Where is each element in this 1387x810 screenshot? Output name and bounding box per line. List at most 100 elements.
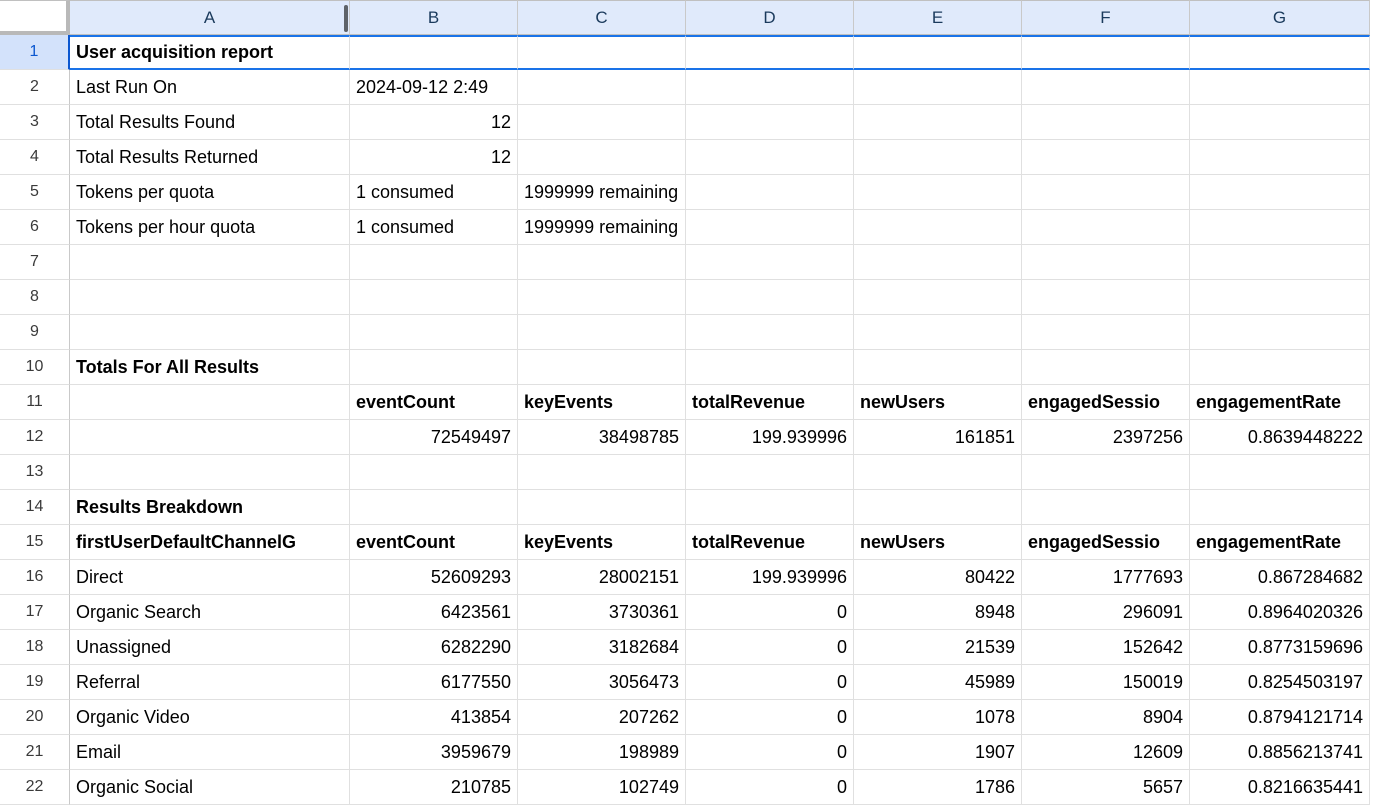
- cell-B21[interactable]: 3959679: [350, 735, 518, 770]
- row-header-12[interactable]: 12: [0, 420, 70, 455]
- cell-A13[interactable]: [70, 455, 350, 490]
- cell-G3[interactable]: [1190, 105, 1370, 140]
- cell-B19[interactable]: 6177550: [350, 665, 518, 700]
- cell-C20[interactable]: 207262: [518, 700, 686, 735]
- column-header-G[interactable]: G: [1190, 0, 1370, 35]
- cell-A17[interactable]: Organic Search: [70, 595, 350, 630]
- cell-E12[interactable]: 161851: [854, 420, 1022, 455]
- cell-E13[interactable]: [854, 455, 1022, 490]
- row-header-19[interactable]: 19: [0, 665, 70, 700]
- row-header-18[interactable]: 18: [0, 630, 70, 665]
- cell-E5[interactable]: [854, 175, 1022, 210]
- cell-F10[interactable]: [1022, 350, 1190, 385]
- cell-F15[interactable]: engagedSessio: [1022, 525, 1190, 560]
- cell-D21[interactable]: 0: [686, 735, 854, 770]
- row-header-14[interactable]: 14: [0, 490, 70, 525]
- cell-F3[interactable]: [1022, 105, 1190, 140]
- cell-F5[interactable]: [1022, 175, 1190, 210]
- cell-A10[interactable]: Totals For All Results: [70, 350, 350, 385]
- column-header-E[interactable]: E: [854, 0, 1022, 35]
- column-header-D[interactable]: D: [686, 0, 854, 35]
- cell-C13[interactable]: [518, 455, 686, 490]
- row-header-1[interactable]: 1: [0, 35, 70, 70]
- cell-F1[interactable]: [1022, 35, 1190, 70]
- cell-C7[interactable]: [518, 245, 686, 280]
- column-resize-handle[interactable]: [343, 5, 350, 32]
- row-header-15[interactable]: 15: [0, 525, 70, 560]
- cell-F18[interactable]: 152642: [1022, 630, 1190, 665]
- cell-A3[interactable]: Total Results Found: [70, 105, 350, 140]
- cell-G19[interactable]: 0.8254503197: [1190, 665, 1370, 700]
- cell-A9[interactable]: [70, 315, 350, 350]
- cell-D20[interactable]: 0: [686, 700, 854, 735]
- cell-D17[interactable]: 0: [686, 595, 854, 630]
- cell-E21[interactable]: 1907: [854, 735, 1022, 770]
- cell-D12[interactable]: 199.939996: [686, 420, 854, 455]
- cell-G17[interactable]: 0.8964020326: [1190, 595, 1370, 630]
- cell-B22[interactable]: 210785: [350, 770, 518, 805]
- cell-E11[interactable]: newUsers: [854, 385, 1022, 420]
- cell-A1[interactable]: User acquisition report: [70, 35, 350, 70]
- cell-A18[interactable]: Unassigned: [70, 630, 350, 665]
- cell-F17[interactable]: 296091: [1022, 595, 1190, 630]
- cell-G4[interactable]: [1190, 140, 1370, 175]
- cell-F19[interactable]: 150019: [1022, 665, 1190, 700]
- cell-D7[interactable]: [686, 245, 854, 280]
- cell-G7[interactable]: [1190, 245, 1370, 280]
- cell-B4[interactable]: 12: [350, 140, 518, 175]
- cell-F20[interactable]: 8904: [1022, 700, 1190, 735]
- cell-B7[interactable]: [350, 245, 518, 280]
- cell-D5[interactable]: [686, 175, 854, 210]
- cell-B10[interactable]: [350, 350, 518, 385]
- cell-E15[interactable]: newUsers: [854, 525, 1022, 560]
- cell-C22[interactable]: 102749: [518, 770, 686, 805]
- cell-E9[interactable]: [854, 315, 1022, 350]
- cell-A16[interactable]: Direct: [70, 560, 350, 595]
- cell-D14[interactable]: [686, 490, 854, 525]
- cell-D15[interactable]: totalRevenue: [686, 525, 854, 560]
- row-header-11[interactable]: 11: [0, 385, 70, 420]
- row-header-3[interactable]: 3: [0, 105, 70, 140]
- cell-E17[interactable]: 8948: [854, 595, 1022, 630]
- cell-D16[interactable]: 199.939996: [686, 560, 854, 595]
- cell-A21[interactable]: Email: [70, 735, 350, 770]
- row-header-2[interactable]: 2: [0, 70, 70, 105]
- cell-G13[interactable]: [1190, 455, 1370, 490]
- cell-E16[interactable]: 80422: [854, 560, 1022, 595]
- cell-G11[interactable]: engagementRate: [1190, 385, 1370, 420]
- cell-E1[interactable]: [854, 35, 1022, 70]
- cell-G1[interactable]: [1190, 35, 1370, 70]
- cell-B15[interactable]: eventCount: [350, 525, 518, 560]
- select-all-corner[interactable]: [0, 0, 70, 35]
- cell-E10[interactable]: [854, 350, 1022, 385]
- cell-D18[interactable]: 0: [686, 630, 854, 665]
- cell-F13[interactable]: [1022, 455, 1190, 490]
- cell-G8[interactable]: [1190, 280, 1370, 315]
- cell-F21[interactable]: 12609: [1022, 735, 1190, 770]
- cell-G2[interactable]: [1190, 70, 1370, 105]
- cell-F16[interactable]: 1777693: [1022, 560, 1190, 595]
- cell-A7[interactable]: [70, 245, 350, 280]
- cell-G22[interactable]: 0.8216635441: [1190, 770, 1370, 805]
- row-header-4[interactable]: 4: [0, 140, 70, 175]
- cell-G14[interactable]: [1190, 490, 1370, 525]
- cell-F11[interactable]: engagedSessio: [1022, 385, 1190, 420]
- cell-G9[interactable]: [1190, 315, 1370, 350]
- cell-C16[interactable]: 28002151: [518, 560, 686, 595]
- spreadsheet-grid[interactable]: ABCDEFG1User acquisition report2Last Run…: [0, 0, 1387, 805]
- cell-C18[interactable]: 3182684: [518, 630, 686, 665]
- cell-D4[interactable]: [686, 140, 854, 175]
- cell-B12[interactable]: 72549497: [350, 420, 518, 455]
- cell-B9[interactable]: [350, 315, 518, 350]
- cell-E3[interactable]: [854, 105, 1022, 140]
- row-header-16[interactable]: 16: [0, 560, 70, 595]
- cell-A4[interactable]: Total Results Returned: [70, 140, 350, 175]
- cell-B17[interactable]: 6423561: [350, 595, 518, 630]
- cell-F4[interactable]: [1022, 140, 1190, 175]
- cell-B5[interactable]: 1 consumed: [350, 175, 518, 210]
- cell-D1[interactable]: [686, 35, 854, 70]
- cell-C14[interactable]: [518, 490, 686, 525]
- cell-B16[interactable]: 52609293: [350, 560, 518, 595]
- row-header-17[interactable]: 17: [0, 595, 70, 630]
- column-header-F[interactable]: F: [1022, 0, 1190, 35]
